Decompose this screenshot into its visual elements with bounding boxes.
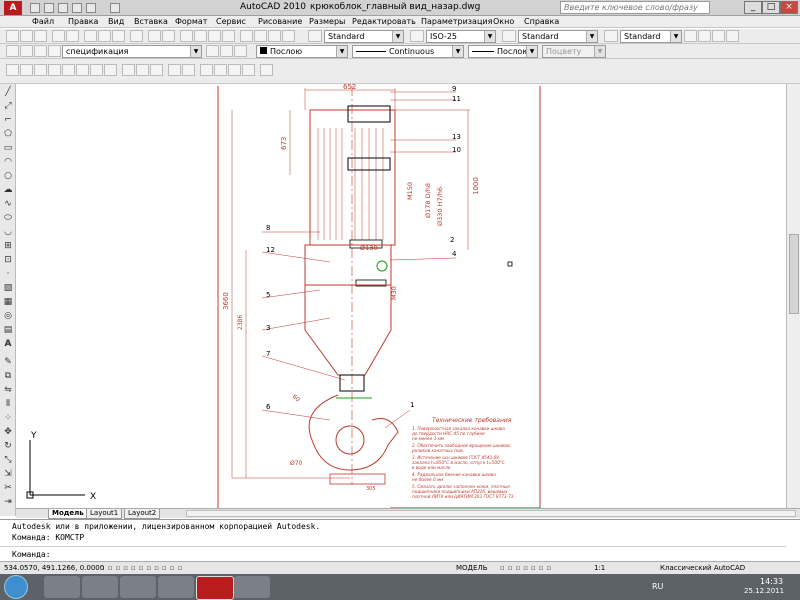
coordinates-display[interactable]: 534.0570, 491.1266, 0.0000 [4,564,104,572]
command-window: Autodesk или в приложении, лицензированн… [0,519,800,561]
dim-text-1000: 1000 [472,177,480,195]
dim-text-70: Ø70 [290,460,303,467]
note-line: не более 0 мм [412,477,443,482]
notes-title: Технические требования [432,417,512,424]
note-line: плотной ЛИТА или ЦИАТИМ 203 ГОСТ 8773-73 [412,494,514,499]
command-prompt: Команда: [12,550,51,559]
hook-body [304,284,392,376]
language-indicator[interactable]: RU [652,582,663,591]
dim-text-330: Ø330 H7/h6 [436,187,444,226]
callout-4: 4 [452,250,457,258]
word-taskbar-icon[interactable] [234,576,270,598]
callout-11: 11 [452,95,461,103]
green-detail [376,260,388,272]
dim-text-3660: 3660 [222,292,230,310]
clock-date[interactable]: 25.12.2011 [744,587,784,595]
callout-10: 10 [452,146,461,154]
hook-curve [308,394,399,471]
ucs-x-label: X [90,492,96,502]
note-line: роликов канатных пом. [411,448,464,453]
top-pulley [347,105,391,123]
callout-2: 2 [450,236,454,244]
note-line: не менее 3 мм [412,436,444,441]
callout-5: 5 [266,291,270,299]
dim-text-2386: 2386 [237,315,244,330]
pulley-housing [309,109,396,246]
pulley-hatching [317,128,384,240]
callout-1: 1 [410,401,414,409]
ucs-y-label: Y [30,431,37,441]
traverse [304,244,392,286]
callout-12: 12 [266,246,275,254]
callout-8: 8 [266,224,270,232]
tab-model[interactable]: Модель [48,509,88,519]
callout-9: 9 [452,85,456,93]
note-line: в воде или масло [412,465,451,470]
status-bar: 534.0570, 491.1266, 0.0000 ▫▫▫▫▫▫▫▫▫▫▫ М… [0,561,800,574]
cursor-pickbox [507,261,513,267]
autocad-taskbar-icon[interactable] [196,576,234,600]
hook-bottom [329,473,386,485]
clock-time[interactable]: 14:33 [760,577,783,586]
model-space-button[interactable]: МОДЕЛЬ [456,564,488,572]
ucs-icon [26,440,85,499]
tab-layout1[interactable]: Layout1 [86,509,123,519]
vertical-scrollbar[interactable] [786,84,800,508]
bluetooth-taskbar-icon[interactable] [158,576,194,598]
tab-layout2[interactable]: Layout2 [124,509,161,519]
callout-7: 7 [266,350,270,358]
notes-block: 1. Поверхностная закалка конавки шкива д… [411,426,514,499]
layout-tabbar: Модель Layout1 Layout2 [16,508,800,519]
drafting-settings-icons[interactable]: ▫▫▫▫▫▫▫▫▫▫▫ [100,564,185,572]
callout-6: 6 [266,403,271,411]
start-button-icon[interactable] [4,575,28,599]
windows-taskbar: RU 14:33 25.12.2011 [0,574,800,600]
callout-13: 13 [452,133,461,141]
scrollbar-thumb[interactable] [789,234,799,314]
hook-throat [335,425,365,455]
dim-text-m150: M150 [406,182,414,200]
dim-text-60: 60 [291,393,301,403]
explorer-taskbar-icon[interactable] [44,576,80,598]
media-player-taskbar-icon[interactable] [82,576,118,598]
command-input[interactable]: Команда: [0,546,786,560]
dim-text-673: 673 [280,137,288,150]
dim-text-652: 652 [343,83,356,91]
horizontal-scrollbar[interactable] [186,510,796,517]
callout-leaders [261,91,457,429]
callout-3: 3 [266,324,270,332]
navigation-icons[interactable]: ▫▫▫▫▫▫▫ [500,564,554,572]
annotation-scale[interactable]: 1:1 [594,564,605,572]
command-history-line: Команда: КОМСТР [12,533,85,542]
dim-text-178: Ø178 D/h8 [424,183,432,218]
command-history-line: Autodesk или в приложении, лицензированн… [12,522,321,531]
dim-text-305: 305 [366,486,376,492]
workspace-switch[interactable]: Классический AutoCAD [660,564,745,572]
chrome-taskbar-icon[interactable] [120,576,156,598]
